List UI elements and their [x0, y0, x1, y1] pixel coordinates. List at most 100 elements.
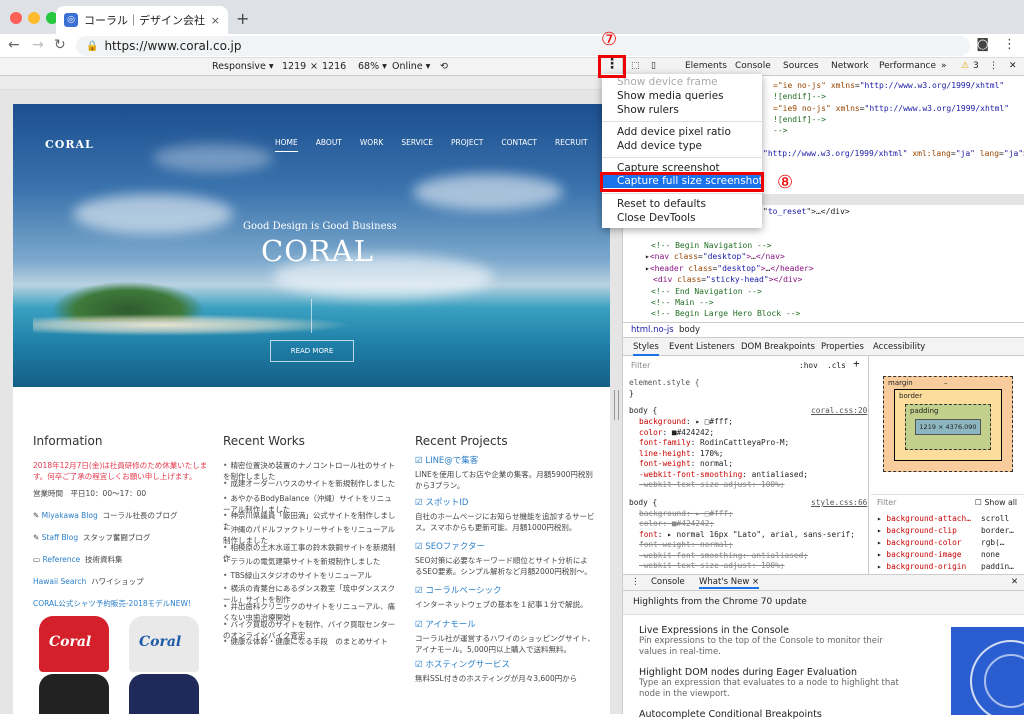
- nav-project[interactable]: PROJECT: [451, 138, 483, 152]
- site-logo[interactable]: CORAL: [45, 138, 94, 151]
- dom-line[interactable]: <!-- Begin Large Hero Block -->: [651, 308, 800, 319]
- css-declaration[interactable]: font-weight: normal;: [639, 459, 733, 470]
- staff-blog-link[interactable]: Staff Blog: [42, 533, 78, 542]
- menu-reset-to-defaults[interactable]: Reset to defaults: [617, 198, 706, 210]
- rule-selector[interactable]: body {: [629, 406, 657, 417]
- dom-line[interactable]: -->: [773, 125, 787, 136]
- border-box[interactable]: border padding 1219 × 4376.090: [894, 389, 1002, 461]
- drawer-tab-console[interactable]: Console: [651, 577, 685, 587]
- project-title-text[interactable]: ホスティングサービス: [425, 660, 510, 670]
- computed-property[interactable]: ▸ background-clip: [877, 525, 957, 537]
- project-title[interactable]: ☑ コーラルベーシック: [415, 586, 502, 597]
- stylesheet-link[interactable]: style.css:66: [811, 498, 867, 509]
- tab-event-listeners[interactable]: Event Listeners: [669, 342, 735, 352]
- project-title[interactable]: ☑ SEOファクター: [415, 542, 485, 553]
- tab-close-icon[interactable]: ×: [211, 14, 220, 27]
- css-declaration[interactable]: background: ▸ □#fff;: [639, 509, 733, 520]
- tab-elements[interactable]: Elements: [685, 61, 727, 71]
- project-title[interactable]: ☑ アイナモール: [415, 620, 476, 631]
- drawer-tab-whats-new[interactable]: What's New ×: [699, 577, 760, 589]
- dom-line[interactable]: <!-- Begin Navigation -->: [651, 240, 771, 251]
- dom-line[interactable]: ![endif]-->: [773, 114, 826, 125]
- drawer-menu-icon[interactable]: ⋮: [631, 577, 640, 587]
- dom-line[interactable]: "to_reset">…</div>: [763, 206, 850, 217]
- more-options-icon[interactable]: ⋮: [605, 56, 619, 72]
- resize-handle[interactable]: [614, 390, 619, 420]
- reference-link[interactable]: Reference: [42, 555, 80, 564]
- tab-properties[interactable]: Properties: [821, 342, 864, 352]
- project-title-text[interactable]: スポットID: [425, 498, 468, 508]
- computed-filter-input[interactable]: Filter: [877, 497, 896, 509]
- crumb-html[interactable]: html.no-js: [631, 325, 674, 335]
- shirt-images[interactable]: Coral Coral: [33, 612, 213, 714]
- project-title-text[interactable]: LINE@で集客: [425, 456, 478, 466]
- css-declaration[interactable]: line-height: 170%;: [639, 449, 724, 460]
- toggle-device-icon[interactable]: ▯: [651, 61, 656, 71]
- read-more-button[interactable]: READ MORE: [270, 340, 354, 362]
- device-select[interactable]: Responsive ▾: [212, 61, 274, 72]
- cls-toggle[interactable]: .cls: [827, 361, 846, 372]
- warning-icon[interactable]: ⚠: [961, 61, 969, 71]
- css-declaration[interactable]: -webkit-font-smoothing: antialiased;: [639, 551, 808, 562]
- css-declaration[interactable]: font-family: RodinCattleyaPro-M;: [639, 438, 789, 449]
- menu-show-rulers[interactable]: Show rulers: [617, 104, 679, 116]
- nav-contact[interactable]: CONTACT: [501, 138, 537, 152]
- nav-service[interactable]: SERVICE: [401, 138, 433, 152]
- nav-work[interactable]: WORK: [360, 138, 383, 152]
- dom-line[interactable]: <!-- End Navigation -->: [651, 286, 762, 297]
- css-declaration[interactable]: -webkit-text-size-adjust: 100%;: [639, 480, 785, 491]
- miyakawa-blog-link[interactable]: Miyakawa Blog: [42, 511, 98, 520]
- css-declaration[interactable]: font-weight: normal;: [639, 540, 733, 551]
- project-title-text[interactable]: コーラルベーシック: [425, 586, 501, 596]
- whats-new-item[interactable]: Live Expressions in the Console Pin expre…: [639, 625, 899, 658]
- browser-tab[interactable]: ◎ コーラル｜デザイン会社｜ホーム ×: [56, 6, 228, 34]
- recent-work-item[interactable]: 成建オーダーハウスのサイトを新規制作しました: [223, 478, 399, 489]
- css-declaration[interactable]: background: ▸ □#fff;: [639, 417, 733, 428]
- computed-property[interactable]: ▸ background-image: [877, 549, 962, 561]
- add-rule-icon[interactable]: +: [853, 358, 860, 370]
- padding-box[interactable]: padding 1219 × 4376.090: [905, 404, 991, 450]
- reload-icon[interactable]: ↻: [54, 37, 66, 53]
- menu-add-device-type[interactable]: Add device type: [617, 140, 702, 152]
- project-title-text[interactable]: SEOファクター: [425, 542, 485, 552]
- project-title-text[interactable]: アイナモール: [425, 620, 475, 630]
- computed-property[interactable]: ▸ background-attach…: [877, 513, 971, 525]
- menu-close-devtools[interactable]: Close DevTools: [617, 212, 696, 224]
- forward-arrow-icon[interactable]: →: [32, 37, 44, 53]
- rotate-icon[interactable]: ⟲: [440, 61, 448, 72]
- element-style-rule[interactable]: element.style {: [629, 378, 699, 389]
- tab-network[interactable]: Network: [831, 61, 869, 71]
- rule-selector[interactable]: body {: [629, 498, 657, 509]
- dom-line[interactable]: <!-- Main -->: [651, 297, 714, 308]
- recent-work-item[interactable]: 健康な体幹・健康になる手段 のまとめサイト: [223, 636, 399, 647]
- inspect-element-icon[interactable]: ⬚: [631, 61, 640, 71]
- devtools-menu-icon[interactable]: ⋮: [989, 61, 998, 71]
- back-arrow-icon[interactable]: ←: [8, 37, 20, 53]
- dom-line[interactable]: "http://www.w3.org/1999/xhtml" xml:lang=…: [763, 148, 1024, 159]
- viewport-width-input[interactable]: 1219: [282, 61, 306, 72]
- dom-line[interactable]: <div class="sticky-head"></div>: [653, 274, 802, 285]
- dom-line[interactable]: ▸<nav class="desktop">…</nav>: [645, 251, 785, 262]
- styles-filter-input[interactable]: Filter: [631, 361, 650, 372]
- new-tab-button[interactable]: +: [236, 9, 249, 28]
- devtools-close-icon[interactable]: ✕: [1009, 61, 1017, 71]
- css-declaration[interactable]: -webkit-font-smoothing: antialiased;: [639, 470, 808, 481]
- show-all-checkbox[interactable]: ☐ Show all: [975, 497, 1017, 509]
- tab-styles[interactable]: Styles: [633, 342, 659, 356]
- css-declaration[interactable]: font: ▸ normal 16px "Lato", arial, sans-…: [639, 530, 855, 541]
- whats-new-item[interactable]: Highlight DOM nodes during Eager Evaluat…: [639, 667, 899, 700]
- viewport-height-input[interactable]: 1216: [322, 61, 346, 72]
- address-bar[interactable]: 🔒 https://www.coral.co.jp: [76, 36, 970, 56]
- drawer-close-icon[interactable]: ✕: [1011, 577, 1018, 587]
- css-declaration[interactable]: color: ■#424242;: [639, 519, 714, 530]
- computed-property[interactable]: ▸ background-color: [877, 537, 962, 549]
- recent-work-item[interactable]: テラルの電気建築サイトを新規制作しました: [223, 556, 399, 567]
- nav-about[interactable]: ABOUT: [316, 138, 342, 152]
- zoom-select[interactable]: 68% ▾: [358, 61, 387, 72]
- profile-icon[interactable]: ◙: [976, 37, 989, 52]
- more-tabs-button[interactable]: »: [941, 61, 947, 71]
- tab-console[interactable]: Console: [735, 61, 771, 71]
- minimize-window-button[interactable]: [28, 12, 40, 24]
- margin-box[interactable]: margin – border padding 1219 × 4376.090: [883, 376, 1013, 472]
- tab-dom-breakpoints[interactable]: DOM Breakpoints: [741, 342, 815, 352]
